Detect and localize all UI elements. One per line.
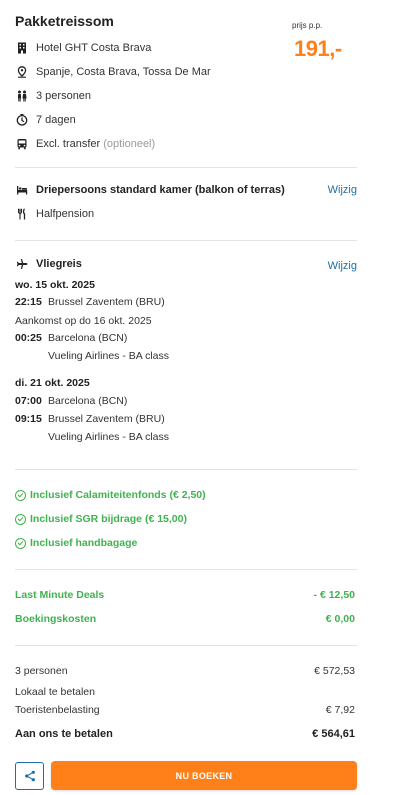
persons-text: 3 personen xyxy=(36,90,92,102)
change-flight-link[interactable]: Wijzig xyxy=(328,260,357,272)
clock-icon xyxy=(15,113,29,127)
inclusion-item: Inclusief handbagage xyxy=(15,537,137,549)
return-airline: Vueling Airlines - BA class xyxy=(48,431,170,443)
hotel-row: Hotel GHT Costa Brava xyxy=(15,41,151,55)
location-row: Spanje, Costa Brava, Tossa De Mar xyxy=(15,65,211,79)
divider xyxy=(15,569,357,570)
line-label: Last Minute Deals xyxy=(15,589,105,601)
line-value: € 7,92 xyxy=(325,704,355,716)
return-departure-airport: Barcelona (BCN) xyxy=(48,395,128,407)
share-button[interactable] xyxy=(15,762,44,790)
board-row: Halfpension xyxy=(15,207,94,221)
persons-total-line: 3 personen € 572,53 xyxy=(15,665,355,677)
duration-text: 7 dagen xyxy=(36,114,76,126)
change-room-link[interactable]: Wijzig xyxy=(328,184,357,196)
building-icon xyxy=(15,41,29,55)
price-label: prijs p.p. xyxy=(292,21,323,30)
return-arrival-time: 09:15 xyxy=(15,413,42,425)
board-text: Halfpension xyxy=(36,208,95,220)
bus-icon xyxy=(15,137,29,151)
transfer-optional-note: (optioneel) xyxy=(103,138,156,150)
divider xyxy=(15,240,357,241)
cutlery-icon xyxy=(15,207,29,221)
inclusion-item: Inclusief Calamiteitenfonds (€ 2,50) xyxy=(15,489,206,501)
inclusion-text: Inclusief handbagage xyxy=(30,537,138,549)
outbound-departure-airport: Brussel Zaventem (BRU) xyxy=(48,296,165,308)
outbound-airline: Vueling Airlines - BA class xyxy=(48,350,170,362)
outbound-departure: 22:15 Brussel Zaventem (BRU) xyxy=(15,296,165,308)
flight-heading-row: Vliegreis xyxy=(15,257,82,271)
line-label: Boekingskosten xyxy=(15,613,97,625)
outbound-arrival-time: 00:25 xyxy=(15,332,42,344)
hotel-name: Hotel GHT Costa Brava xyxy=(36,42,152,54)
line-label: Toeristenbelasting xyxy=(15,704,100,716)
transfer-row: Excl. transfer (optioneel) xyxy=(15,137,155,151)
persons-row: 3 personen xyxy=(15,89,91,103)
line-label: 3 personen xyxy=(15,665,68,677)
room-row: Driepersoons standard kamer (balkon of t… xyxy=(15,183,285,197)
transfer-text: Excl. transfer xyxy=(36,138,101,150)
share-icon xyxy=(24,770,35,782)
inclusion-text: Inclusief Calamiteitenfonds (€ 2,50) xyxy=(30,489,206,501)
outbound-arrival-airport: Barcelona (BCN) xyxy=(48,332,128,344)
airplane-icon xyxy=(15,257,29,271)
book-now-button[interactable]: NU BOEKEN xyxy=(51,761,357,790)
check-circle-icon xyxy=(15,513,26,525)
divider xyxy=(15,645,357,646)
price-per-person: 191,- xyxy=(294,36,342,61)
outbound-date: wo. 15 okt. 2025 xyxy=(15,279,95,291)
outbound-arrival: 00:25 Barcelona (BCN) xyxy=(15,332,127,344)
line-value: € 564,61 xyxy=(312,728,355,740)
line-label: Aan ons te betalen xyxy=(15,728,113,740)
line-value: € 0,00 xyxy=(325,613,355,625)
people-icon xyxy=(15,89,29,103)
line-value: € 572,53 xyxy=(314,665,355,677)
flight-heading: Vliegreis xyxy=(36,258,82,270)
return-departure-time: 07:00 xyxy=(15,395,42,407)
return-arrival: 09:15 Brussel Zaventem (BRU) xyxy=(15,413,165,425)
return-arrival-airport: Brussel Zaventem (BRU) xyxy=(48,413,165,425)
local-payment-line: Lokaal te betalen xyxy=(15,686,355,698)
check-circle-icon xyxy=(15,489,26,501)
divider xyxy=(15,469,357,470)
room-type: Driepersoons standard kamer (balkon of t… xyxy=(36,184,285,196)
tourist-tax-line: Toeristenbelasting € 7,92 xyxy=(15,704,355,716)
inclusion-text: Inclusief SGR bijdrage (€ 15,00) xyxy=(30,513,187,525)
line-label: Lokaal te betalen xyxy=(15,686,95,698)
location-text: Spanje, Costa Brava, Tossa De Mar xyxy=(36,66,211,78)
amount-due-line: Aan ons te betalen € 564,61 xyxy=(15,728,355,740)
duration-row: 7 dagen xyxy=(15,113,76,127)
check-circle-icon xyxy=(15,537,26,549)
bed-icon xyxy=(15,183,29,197)
inclusion-item: Inclusief SGR bijdrage (€ 15,00) xyxy=(15,513,187,525)
booking-costs-line: Boekingskosten € 0,00 xyxy=(15,613,355,625)
outbound-departure-time: 22:15 xyxy=(15,296,42,308)
outbound-arrival-note: Aankomst op do 16 okt. 2025 xyxy=(15,315,152,327)
map-pin-icon xyxy=(15,65,29,79)
return-departure: 07:00 Barcelona (BCN) xyxy=(15,395,127,407)
last-minute-deals-line: Last Minute Deals - € 12,50 xyxy=(15,589,355,601)
divider xyxy=(15,167,357,168)
line-value: - € 12,50 xyxy=(313,589,355,601)
page-title: Pakketreissom xyxy=(15,13,114,29)
return-date: di. 21 okt. 2025 xyxy=(15,377,90,389)
